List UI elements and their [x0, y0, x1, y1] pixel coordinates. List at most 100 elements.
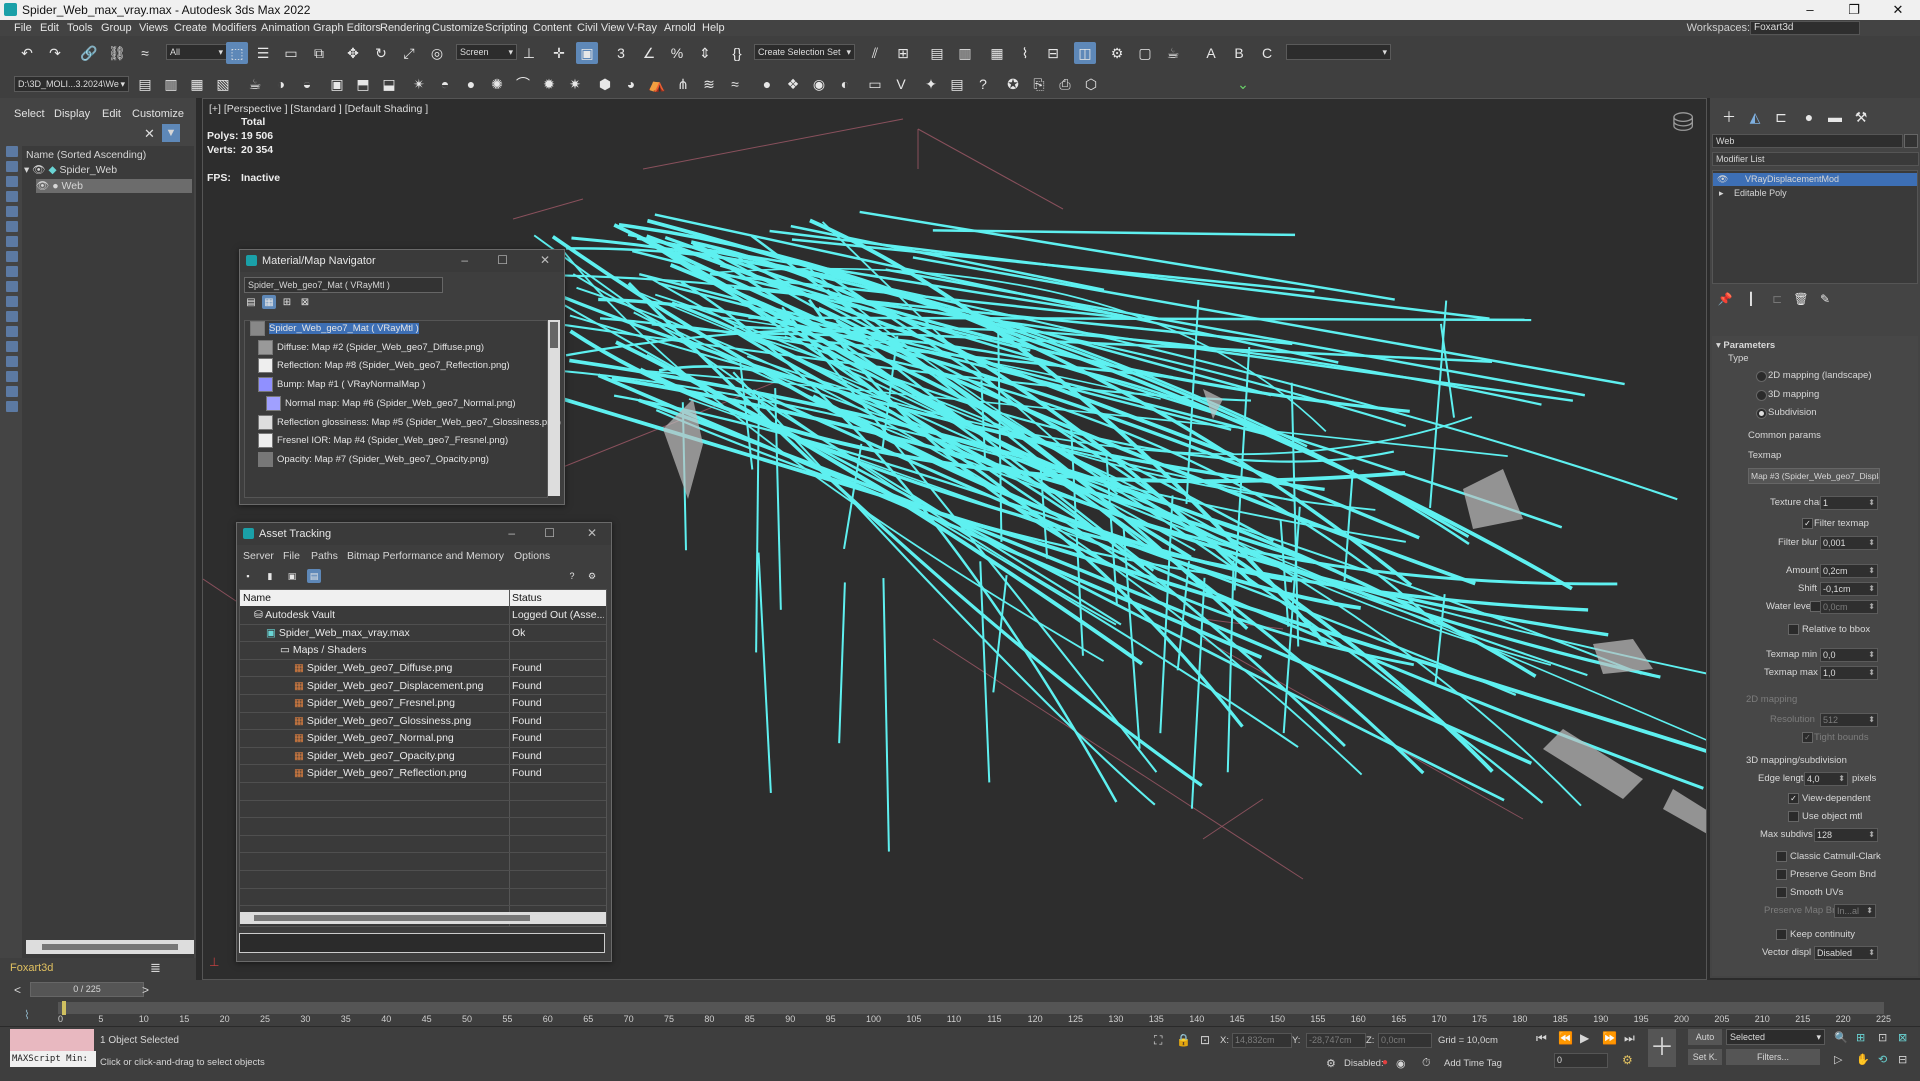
menu-vray[interactable]: V-Ray — [627, 22, 657, 34]
material-ball-icon[interactable]: ◉ — [808, 73, 830, 95]
file-export-icon[interactable]: ⎙ — [1054, 73, 1076, 95]
mat-item-fresnel[interactable]: Fresnel IOR: Map #4 (Spider_Web_geo7_Fre… — [258, 432, 508, 450]
rollout-title[interactable]: ▾ Parameters — [1716, 340, 1775, 351]
make-unique-icon[interactable]: ⊏ — [1766, 288, 1788, 310]
key-filters-button[interactable]: Filters... — [1726, 1049, 1820, 1065]
eye-icon[interactable]: 👁 — [1717, 174, 1728, 184]
mat-item-glossiness[interactable]: Reflection glossiness: Map #5 (Spider_We… — [258, 414, 561, 432]
menu-scripting[interactable]: Scripting — [485, 22, 528, 34]
eye-icon[interactable]: 👁 — [32, 164, 45, 176]
percent-snap-icon[interactable]: % — [666, 42, 688, 64]
x-coord-field[interactable]: 14,832cm — [1232, 1033, 1292, 1048]
arnold-icon[interactable]: A — [1200, 42, 1222, 64]
fur-strand-icon[interactable]: ≋ — [698, 73, 720, 95]
stack-item-vray-displacement[interactable]: 👁 VRayDisplacementMod — [1713, 173, 1917, 186]
texmap-button[interactable]: Map #3 (Spider_Web_geo7_Displace — [1748, 468, 1880, 484]
sun-icon[interactable]: ● — [460, 73, 482, 95]
relative-bbox-checkbox[interactable] — [1788, 624, 1799, 635]
display-containers-icon[interactable] — [6, 296, 18, 307]
project-path-dropdown[interactable]: D:\3D_MOLI...3.2024\We — [14, 76, 129, 92]
render-preset-dropdown[interactable] — [1286, 44, 1391, 60]
material-name-field[interactable]: Spider_Web_geo7_Mat ( VRayMtl ) — [244, 277, 443, 293]
asset-h-scrollbar[interactable] — [240, 912, 606, 924]
wave-icon[interactable]: ≈ — [724, 73, 746, 95]
material-gray-icon[interactable]: ◐ — [834, 73, 856, 95]
at-settings-icon[interactable]: ⚙ — [585, 569, 599, 583]
clear-search-icon[interactable]: ✕ — [144, 126, 155, 142]
tree-item-web[interactable]: 👁 ● Web — [36, 179, 192, 193]
time-tag-icon[interactable]: ⏱ — [1422, 1057, 1431, 1070]
display-hidden-icon[interactable] — [6, 326, 18, 337]
menu-customize[interactable]: Customize — [432, 22, 484, 34]
menu-modifiers[interactable]: Modifiers — [212, 22, 257, 34]
menu-file[interactable]: File — [14, 22, 32, 34]
curve-editor-toggle-icon[interactable]: ⌇ — [24, 1008, 30, 1022]
time-next-icon[interactable]: > — [142, 983, 149, 997]
sun-half-icon[interactable]: ◓ — [434, 73, 456, 95]
menu-views[interactable]: Views — [139, 22, 168, 34]
view-dependent-checkbox[interactable]: ✓ — [1788, 793, 1799, 804]
at-tool-3-icon[interactable]: ▣ — [285, 569, 299, 583]
edit-named-sets-icon[interactable]: {} — [726, 42, 748, 64]
configure-modifier-sets-icon[interactable]: ✎ — [1814, 288, 1836, 310]
at-help-icon[interactable]: ? — [565, 569, 579, 583]
create-tab-icon[interactable]: ＋ — [1718, 106, 1740, 128]
select-object-icon[interactable]: ⬚ — [226, 42, 248, 64]
amount-spinner[interactable]: 0,2cm — [1820, 564, 1878, 578]
display-dependents-icon[interactable] — [6, 401, 18, 412]
chevron-down-icon[interactable]: ⌄ — [1232, 73, 1254, 95]
select-by-name-icon[interactable]: ☰ — [252, 42, 274, 64]
at-menu-bitmap[interactable]: Bitmap Performance and Memory — [347, 550, 504, 562]
motion-tab-icon[interactable]: ● — [1798, 106, 1820, 128]
maximize-icon[interactable]: ☐ — [544, 526, 555, 540]
time-prev-icon[interactable]: < — [14, 983, 21, 997]
cosmos-icon[interactable]: ✪ — [1002, 73, 1024, 95]
key-set-dropdown[interactable]: Selected — [1726, 1029, 1825, 1045]
spinner-snap-icon[interactable]: ⇕ — [694, 42, 716, 64]
col-name[interactable]: Name — [243, 590, 271, 606]
expand-icon[interactable]: ▸ — [1719, 188, 1724, 198]
at-menu-paths[interactable]: Paths — [311, 550, 338, 562]
display-spacewarps-icon[interactable] — [6, 236, 18, 247]
object-name-field[interactable]: Web — [1712, 134, 1903, 148]
tree-item-spider-web[interactable]: ▾ 👁 ◆ Spider_Web — [24, 163, 192, 177]
mirror-icon[interactable]: ⫽ — [864, 42, 886, 64]
display-influences-icon[interactable] — [6, 386, 18, 397]
type-3d-radio[interactable] — [1756, 390, 1767, 401]
bind-spacewarp-icon[interactable]: ≈ — [134, 42, 156, 64]
vray-tool-1-icon[interactable]: ▤ — [134, 73, 156, 95]
goto-end-icon[interactable]: ⏭ — [1624, 1031, 1635, 1046]
mat-item-opacity[interactable]: Opacity: Map #7 (Spider_Web_geo7_Opacity… — [258, 451, 489, 469]
hierarchy-tab-icon[interactable]: ⊏ — [1770, 106, 1792, 128]
rotate-icon[interactable]: ↻ — [370, 42, 392, 64]
select-manipulate-icon[interactable]: ✛ — [548, 42, 570, 64]
time-slider[interactable]: 0 / 225 — [30, 982, 144, 997]
tent-icon[interactable]: ⛺ — [646, 73, 668, 95]
maxscript-listener[interactable] — [10, 1029, 94, 1051]
at-tool-4-icon[interactable]: ▤ — [307, 569, 321, 583]
box-icon[interactable]: ⬡ — [1080, 73, 1102, 95]
render-frame-window-icon[interactable]: ▢ — [1134, 42, 1156, 64]
keep-continuity-checkbox[interactable] — [1776, 929, 1787, 940]
mat-nav-titlebar[interactable]: Material/Map Navigator – ☐ ✕ — [240, 250, 564, 272]
selection-filter-dropdown[interactable]: All — [166, 44, 227, 60]
named-selection-dropdown[interactable]: Create Selection Set — [754, 44, 855, 60]
display-lights-icon[interactable] — [6, 191, 18, 202]
track-bar[interactable] — [58, 1002, 1884, 1014]
vector-displ-dropdown[interactable]: Disabled — [1814, 946, 1878, 960]
filter-texmap-checkbox[interactable]: ✓ — [1802, 518, 1813, 529]
stack-item-editable-poly[interactable]: ▸ Editable Poly — [1713, 187, 1917, 200]
close-icon[interactable]: ✕ — [1888, 2, 1908, 18]
maximize-viewport-icon[interactable]: ⊟ — [1898, 1053, 1907, 1066]
show-end-result-icon[interactable]: ┃ — [1740, 288, 1762, 310]
key-filter-icon[interactable]: ⚙ — [1622, 1053, 1633, 1067]
spot-light-icon[interactable]: ⌒ — [512, 73, 534, 95]
menu-content[interactable]: Content — [533, 22, 572, 34]
set-key-button[interactable]: Set K. — [1688, 1049, 1722, 1065]
maxscript-mini-listener[interactable]: MAXScript Min: — [10, 1051, 96, 1067]
adaptive-degradation-icon[interactable]: ⚙ — [1326, 1057, 1336, 1070]
view-small-icons-icon[interactable]: ⊞ — [280, 295, 294, 309]
explorer-menu-edit[interactable]: Edit — [102, 108, 121, 120]
undo-icon[interactable]: ↶ — [16, 42, 38, 64]
mat-item-reflection[interactable]: Reflection: Map #8 (Spider_Web_geo7_Refl… — [258, 357, 510, 375]
